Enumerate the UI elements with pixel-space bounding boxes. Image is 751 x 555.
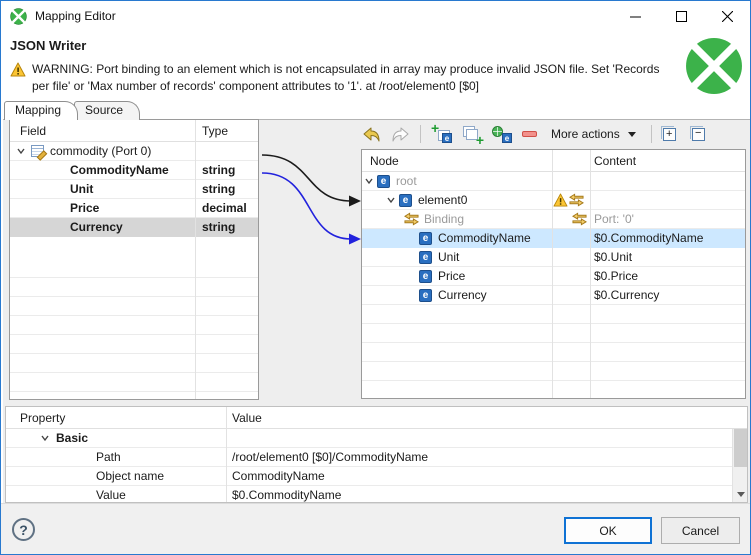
add-element-icon: [432, 125, 452, 143]
redo-button[interactable]: [389, 123, 411, 145]
node-row-binding[interactable]: Binding Port: '0': [362, 210, 745, 229]
title-bar[interactable]: Mapping Editor: [1, 1, 750, 31]
more-actions-button[interactable]: More actions: [545, 123, 642, 145]
wildcard-element-icon: [492, 125, 512, 143]
scroll-down-icon: [736, 492, 745, 497]
empty-grid-rows: [10, 259, 258, 399]
page-title: JSON Writer: [10, 38, 87, 53]
property-panel: Property Value Basic Path /root/element0…: [5, 406, 748, 503]
chevron-down-icon[interactable]: [386, 195, 396, 205]
redo-icon: [392, 127, 409, 141]
node-table-header: Node Content: [362, 150, 745, 172]
column-type: Type: [202, 123, 229, 138]
binding-icon: [572, 212, 587, 226]
close-button[interactable]: [704, 1, 750, 31]
undo-icon: [363, 127, 380, 141]
binding-content: Port: '0': [594, 212, 634, 226]
property-header: Property Value: [6, 407, 747, 429]
mapping-editor-dialog: Mapping Editor JSON Writer WARNING: Port…: [0, 0, 751, 555]
add-attribute-button[interactable]: [460, 123, 484, 145]
remove-button[interactable]: [520, 123, 539, 145]
toolbar-separator: [650, 125, 652, 143]
minimize-icon: [629, 16, 641, 17]
more-actions-label: More actions: [551, 127, 620, 141]
node-toolbar: More actions: [361, 121, 746, 147]
element-icon: [419, 288, 432, 302]
property-row-value[interactable]: Value $0.CommodityName: [6, 486, 747, 502]
port-record-row[interactable]: commodity (Port 0): [10, 142, 258, 161]
node-row-root[interactable]: root: [362, 172, 745, 191]
output-tree-table: Node Content root element0: [361, 149, 746, 399]
field-row-currency-selected[interactable]: Currency string: [10, 218, 258, 237]
property-group-basic[interactable]: Basic: [6, 429, 747, 448]
collapse-all-button[interactable]: [689, 123, 707, 145]
expand-all-button[interactable]: [660, 123, 678, 145]
minimize-button[interactable]: [612, 1, 658, 31]
node-row-commodityname-selected[interactable]: CommodityName $0.CommodityName: [362, 229, 745, 248]
chevron-down-icon[interactable]: [40, 433, 50, 443]
column-field: Field: [20, 123, 47, 138]
warning-icon: [553, 193, 568, 207]
column-node: Node: [370, 153, 399, 168]
ok-button[interactable]: OK: [564, 517, 652, 544]
add-element-button[interactable]: [430, 123, 454, 145]
column-property: Property: [20, 410, 66, 425]
help-button[interactable]: [12, 518, 35, 541]
field-row-price[interactable]: Price decimal: [10, 199, 258, 218]
column-value: Value: [232, 410, 262, 425]
warning-icon: [10, 62, 26, 77]
column-content: Content: [594, 153, 637, 168]
tab-source[interactable]: Source: [74, 101, 141, 120]
fields-table-header: Field Type: [10, 120, 258, 142]
cancel-button[interactable]: Cancel: [661, 517, 740, 544]
clover-app-icon: [10, 7, 27, 25]
dialog-header: JSON Writer WARNING: Port binding to an …: [1, 31, 750, 101]
record-icon: [31, 145, 44, 157]
property-row-object-name[interactable]: Object name CommodityName: [6, 467, 747, 486]
field-row-commodityname[interactable]: CommodityName string: [10, 161, 258, 180]
tab-strip: Mapping Source: [4, 101, 141, 120]
node-row-element0[interactable]: element0: [362, 191, 745, 210]
element-icon: [419, 250, 432, 264]
port-record-label: commodity (Port 0): [50, 144, 152, 158]
empty-grid-rows: [362, 305, 745, 398]
toolbar-separator: [420, 125, 421, 143]
element-icon: [419, 231, 432, 245]
maximize-icon: [675, 10, 687, 22]
binding-icon: [404, 212, 419, 226]
element-icon: [377, 174, 390, 188]
scrollbar-thumb[interactable]: [734, 423, 747, 467]
close-icon: [721, 10, 733, 22]
binding-icon: [569, 193, 584, 207]
scroll-down-button[interactable]: [733, 487, 747, 502]
field-row-unit[interactable]: Unit string: [10, 180, 258, 199]
collapse-all-icon: [689, 125, 705, 141]
chevron-down-icon[interactable]: [364, 176, 374, 186]
clover-logo: [686, 38, 742, 94]
node-row-currency[interactable]: Currency $0.Currency: [362, 286, 745, 305]
property-row-path[interactable]: Path /root/element0 [$0]/CommodityName: [6, 448, 747, 467]
expand-all-icon: [660, 125, 676, 141]
add-attribute-icon: [462, 125, 482, 143]
add-wildcard-element-button[interactable]: [490, 123, 514, 145]
maximize-button[interactable]: [658, 1, 704, 31]
tab-mapping[interactable]: Mapping: [4, 101, 79, 120]
warning-message: WARNING: Port binding to an element whic…: [32, 62, 660, 93]
chevron-down-icon: [627, 131, 636, 137]
window-title: Mapping Editor: [35, 9, 116, 23]
remove-icon: [522, 131, 537, 137]
chevron-down-icon[interactable]: [16, 146, 26, 156]
node-row-price[interactable]: Price $0.Price: [362, 267, 745, 286]
undo-button[interactable]: [361, 123, 383, 145]
input-fields-table: Field Type commodity (Port 0) CommodityN…: [9, 119, 259, 400]
element-icon: [419, 269, 432, 283]
node-row-unit[interactable]: Unit $0.Unit: [362, 248, 745, 267]
element-icon: [399, 193, 412, 207]
